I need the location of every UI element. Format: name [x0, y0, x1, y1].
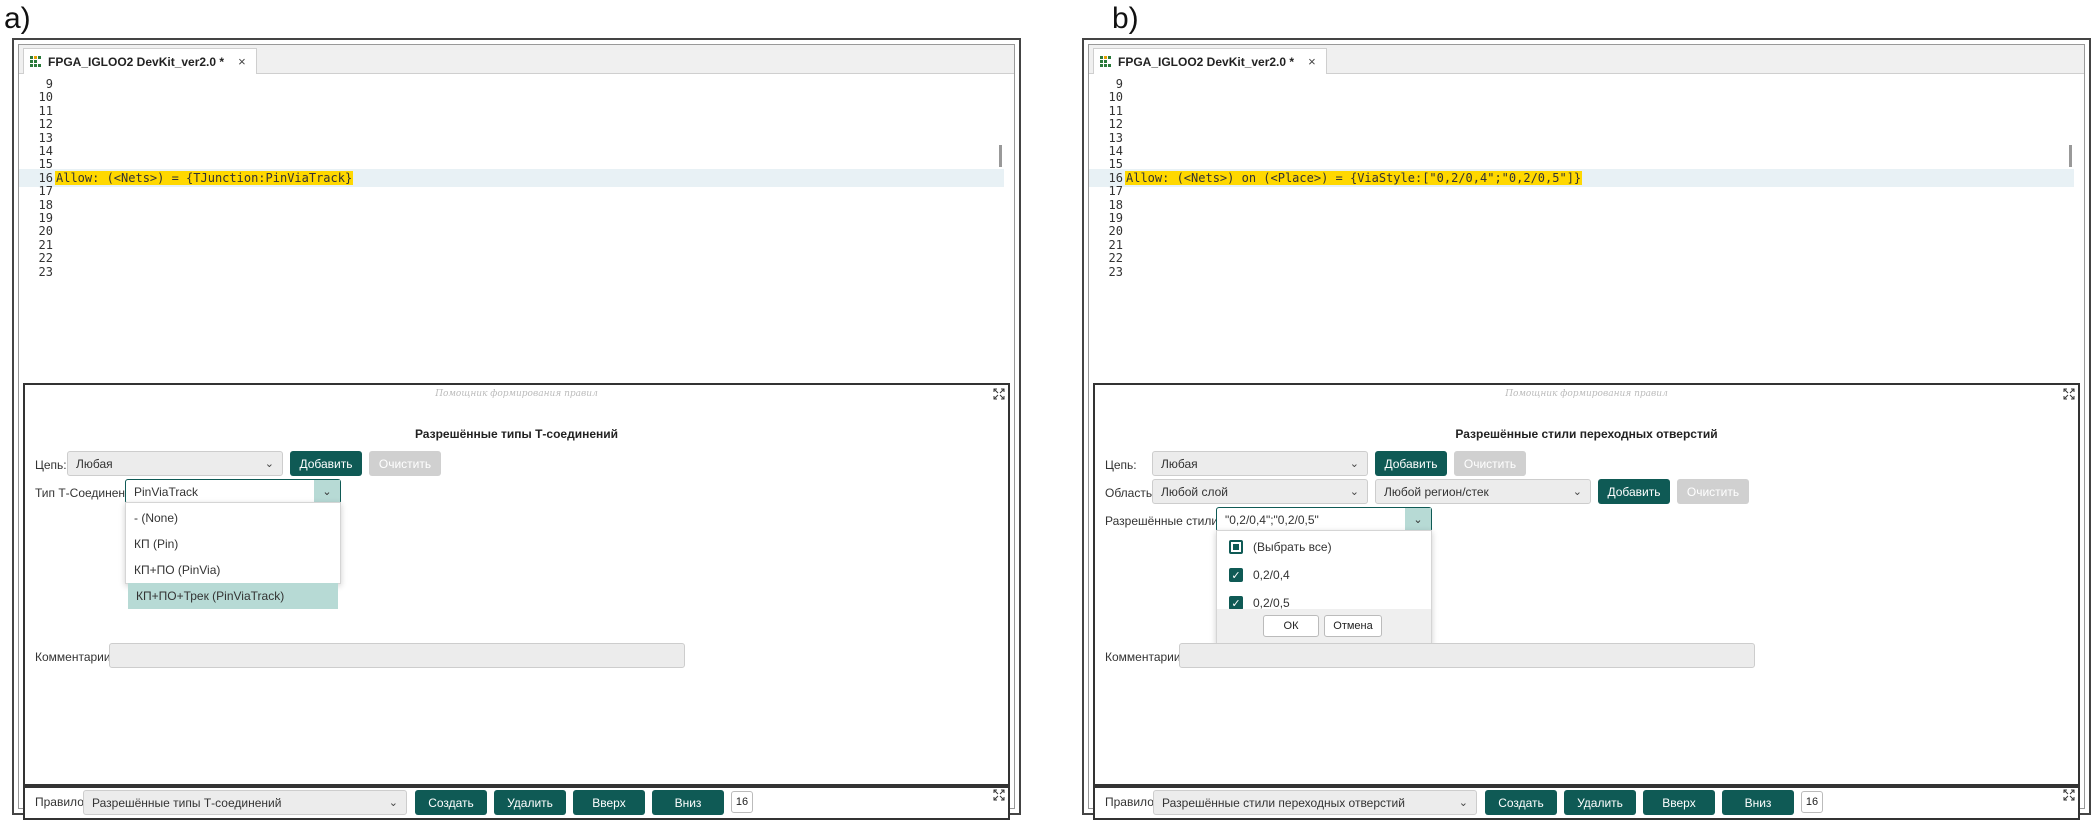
rule-count-badge: 16 — [731, 791, 753, 813]
chevron-down-icon: ⌄ — [1405, 508, 1431, 531]
add-button[interactable]: Добавить — [1375, 451, 1447, 476]
project-grid-icon — [30, 55, 41, 67]
area-add-button[interactable]: Добавить — [1598, 479, 1670, 504]
checkbox-icon[interactable]: ✓ — [1229, 568, 1243, 582]
tab-title: FPGA_IGLOO2 DevKit_ver2.0 * — [1118, 54, 1295, 69]
panel-a-window: FPGA_IGLOO2 DevKit_ver2.0 * × 9 10 11 12 13 1… — [12, 38, 1021, 820]
checkbox-icon[interactable] — [1229, 540, 1243, 554]
rules-editor[interactable]: 9 10 11 12 13 14 15 16 Allow: (<Nets>) on (<Plac… — [1089, 75, 2084, 371]
chevron-down-icon: ⌄ — [1349, 486, 1359, 498]
rule-wizard-panel: Помощник формирования правил Разрешённые… — [23, 383, 1010, 786]
line-number: 23 — [1108, 264, 1123, 279]
wizard-title: Разрешённые стили переходных отверстий — [1455, 427, 1718, 441]
project-grid-icon — [1100, 55, 1111, 67]
rule-select[interactable]: Разрешённые стили переходных отверстий ⌄ — [1153, 790, 1477, 815]
checkbox-label: 0,2/0,5 — [1253, 596, 1290, 610]
dropdown-option[interactable]: КП+ПО (PinVia) — [126, 557, 340, 583]
dropdown-footer: ОК Отмена — [1217, 609, 1431, 643]
chain-select-value: Любая — [76, 456, 113, 471]
ok-button[interactable]: ОК — [1263, 615, 1319, 637]
chevron-down-icon: ⌄ — [1458, 797, 1468, 809]
move-up-button[interactable]: Вверх — [573, 790, 645, 815]
move-down-button[interactable]: Вниз — [1722, 790, 1794, 815]
checkbox-icon[interactable]: ✓ — [1229, 596, 1243, 610]
chevron-down-icon: ⌄ — [1572, 486, 1582, 498]
chain-select-value: Любая — [1161, 456, 1198, 471]
comment-field[interactable] — [109, 643, 685, 668]
wizard-watermark: Помощник формирования правил — [1505, 389, 1668, 399]
delete-button[interactable]: Удалить — [1564, 790, 1636, 815]
via-styles-dropdown: (Выбрать все)✓0,2/0,4✓0,2/0,50,3/0,7 ОК … — [1216, 530, 1432, 644]
area-label: Область: — [1105, 486, 1156, 500]
tab-bar: FPGA_IGLOO2 DevKit_ver2.0 * × — [1089, 45, 2084, 74]
chevron-down-icon: ⌄ — [264, 458, 274, 470]
chain-select[interactable]: Любая ⌄ — [67, 451, 283, 476]
checkbox-option[interactable]: ✓ 0,2/0,4 — [1217, 561, 1431, 589]
chevron-down-icon: ⌄ — [314, 480, 340, 503]
create-button[interactable]: Создать — [1485, 790, 1557, 815]
move-up-button[interactable]: Вверх — [1643, 790, 1715, 815]
chain-select[interactable]: Любая ⌄ — [1152, 451, 1368, 476]
via-styles-value: "0,2/0,4";"0,2/0,5" — [1225, 512, 1319, 527]
chevron-down-icon: ⌄ — [1349, 458, 1359, 470]
collapse-icon[interactable] — [2063, 789, 2075, 801]
clear-button[interactable]: Очистить — [369, 451, 441, 476]
comment-field[interactable] — [1179, 643, 1755, 668]
checkbox-option[interactable]: (Выбрать все) — [1217, 533, 1431, 561]
tab-close-icon[interactable]: × — [238, 54, 246, 69]
via-styles-select[interactable]: "0,2/0,4";"0,2/0,5" ⌄ — [1216, 507, 1432, 532]
wizard-watermark: Помощник формирования правил — [435, 389, 598, 399]
layer-select-value: Любой слой — [1161, 484, 1228, 499]
panel-b-window: FPGA_IGLOO2 DevKit_ver2.0 * × 9 10 11 12 13 1… — [1082, 38, 2091, 820]
cancel-button[interactable]: Отмена — [1324, 615, 1382, 637]
checkbox-label: 0,2/0,4 — [1253, 568, 1290, 582]
rule-count-badge: 16 — [1801, 791, 1823, 813]
chain-label: Цепь: — [1105, 458, 1137, 472]
document-tab[interactable]: FPGA_IGLOO2 DevKit_ver2.0 * × — [23, 48, 257, 74]
rule-select-value: Разрешённые типы Т-соединений — [92, 795, 282, 810]
tjunction-type-select[interactable]: PinViaTrack ⌄ — [125, 479, 341, 504]
move-down-button[interactable]: Вниз — [652, 790, 724, 815]
create-button[interactable]: Создать — [415, 790, 487, 815]
rule-toolbar: Правило: Разрешённые типы Т-соединений ⌄… — [23, 786, 1010, 820]
tjunction-type-dropdown: - (None) КП (Pin) КП+ПО (PinVia) КП+ПО+Трек… — [125, 502, 341, 609]
collapse-icon[interactable] — [2063, 388, 2075, 400]
tab-close-icon[interactable]: × — [1308, 54, 1316, 69]
rules-editor[interactable]: 9 10 11 12 13 14 15 16 Allow: (<Nets>) = {TJunct… — [19, 75, 1014, 371]
region-select-value: Любой регион/стек — [1384, 484, 1489, 499]
region-select[interactable]: Любой регион/стек ⌄ — [1375, 479, 1591, 504]
tab-bar: FPGA_IGLOO2 DevKit_ver2.0 * × — [19, 45, 1014, 74]
editor-scrollbar[interactable] — [999, 145, 1002, 167]
dropdown-option[interactable]: - (None) — [126, 505, 340, 531]
document-tab[interactable]: FPGA_IGLOO2 DevKit_ver2.0 * × — [1093, 48, 1327, 74]
wizard-title: Разрешённые типы Т-соединений — [414, 427, 619, 441]
panel-b-label: b) — [1112, 2, 1139, 35]
rule-toolbar: Правило: Разрешённые стили переходных от… — [1093, 786, 2080, 820]
tab-title: FPGA_IGLOO2 DevKit_ver2.0 * — [48, 54, 225, 69]
rule-select[interactable]: Разрешённые типы Т-соединений ⌄ — [83, 790, 407, 815]
collapse-icon[interactable] — [993, 789, 1005, 801]
dropdown-option[interactable]: КП (Pin) — [126, 531, 340, 557]
tjunction-type-value: PinViaTrack — [134, 484, 199, 499]
layer-select[interactable]: Любой слой ⌄ — [1152, 479, 1368, 504]
editor-scrollbar[interactable] — [2069, 145, 2072, 167]
add-button[interactable]: Добавить — [290, 451, 362, 476]
rule-wizard-panel: Помощник формирования правил Разрешённые… — [1093, 383, 2080, 786]
clear-button[interactable]: Очистить — [1454, 451, 1526, 476]
area-clear-button[interactable]: Очистить — [1677, 479, 1749, 504]
delete-button[interactable]: Удалить — [494, 790, 566, 815]
panel-a-label: a) — [4, 2, 31, 35]
collapse-icon[interactable] — [993, 388, 1005, 400]
code-line[interactable]: 23 — [1089, 263, 2074, 281]
rule-label: Правило: — [35, 795, 88, 809]
dropdown-option[interactable]: КП+ПО+Трек (PinViaTrack) — [128, 583, 338, 609]
chevron-down-icon: ⌄ — [388, 797, 398, 809]
rule-label: Правило: — [1105, 795, 1158, 809]
line-number: 23 — [38, 264, 53, 279]
chain-label: Цепь: — [35, 458, 67, 472]
checkbox-label: (Выбрать все) — [1253, 540, 1332, 554]
rule-select-value: Разрешённые стили переходных отверстий — [1162, 795, 1405, 810]
code-line[interactable]: 23 — [19, 263, 1004, 281]
